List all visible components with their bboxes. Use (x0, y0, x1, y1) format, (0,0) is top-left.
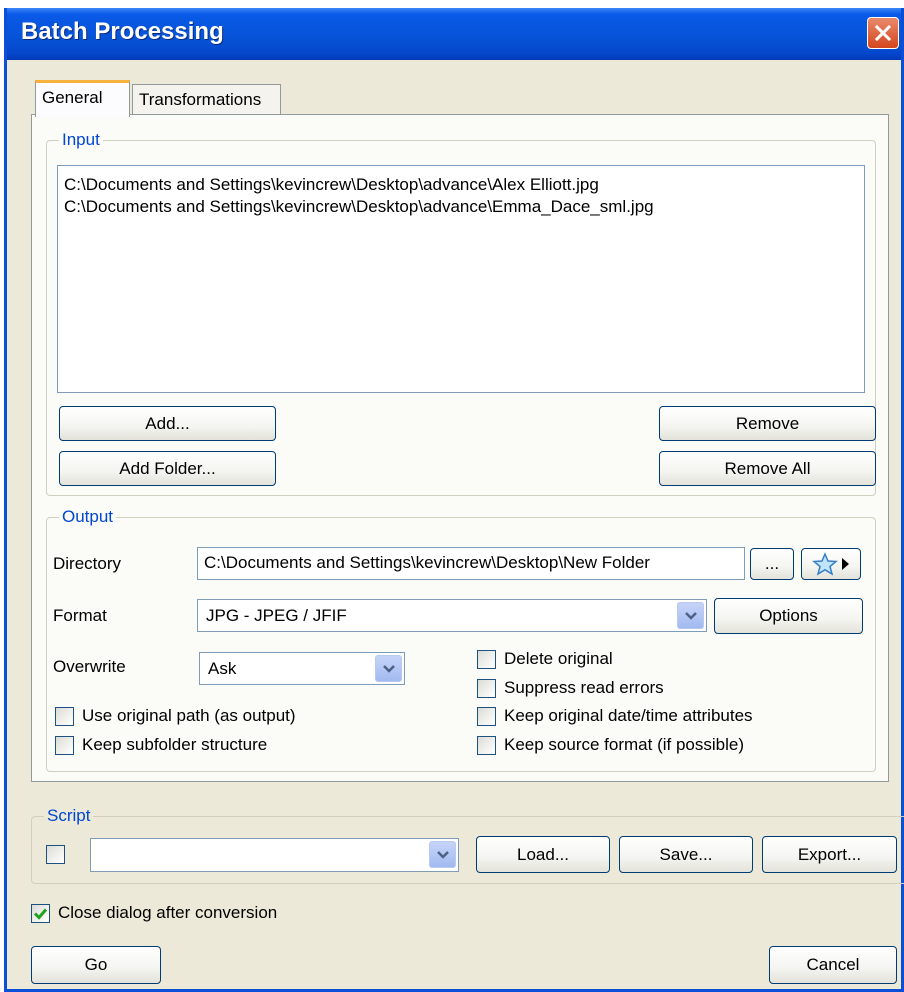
checkbox-box[interactable] (477, 735, 496, 755)
output-group: Output Directory C:\Documents and Settin… (46, 507, 876, 772)
chevron-down-icon (684, 611, 697, 620)
checkbox-label: Delete original (504, 649, 613, 668)
output-group-label: Output (59, 507, 117, 527)
suppress-read-errors-checkbox[interactable]: Suppress read errors (477, 678, 664, 698)
overwrite-select[interactable]: Ask (199, 652, 405, 685)
checkbox-box[interactable] (55, 735, 74, 755)
delete-original-checkbox[interactable]: Delete original (477, 649, 613, 669)
checkbox-box[interactable] (477, 649, 496, 669)
close-icon (874, 24, 892, 42)
checkbox-label: Use original path (as output) (82, 706, 296, 725)
options-button[interactable]: Options (714, 598, 863, 634)
remove-button[interactable]: Remove (659, 406, 876, 441)
script-enable-checkbox[interactable] (46, 845, 73, 864)
format-select[interactable]: JPG - JPEG / JFIF (197, 599, 707, 632)
tab-transformations[interactable]: Transformations (132, 84, 281, 115)
script-load-button[interactable]: Load... (476, 836, 610, 873)
input-group: Input C:\Documents and Settings\kevincre… (46, 130, 876, 496)
directory-field[interactable]: C:\Documents and Settings\kevincrew\Desk… (197, 547, 745, 580)
add-button[interactable]: Add... (59, 406, 276, 441)
keep-subfolder-checkbox[interactable]: Keep subfolder structure (55, 735, 267, 755)
checkbox-box[interactable] (477, 706, 496, 726)
script-dropdown-button[interactable] (429, 841, 456, 868)
checkbox-label: Close dialog after conversion (58, 903, 278, 922)
script-select[interactable] (90, 838, 459, 872)
general-tab-panel: Input C:\Documents and Settings\kevincre… (31, 114, 889, 782)
checkbox-label: Keep original date/time attributes (504, 706, 753, 725)
checkmark-icon (33, 908, 48, 920)
checkbox-label: Keep source format (if possible) (504, 735, 744, 754)
script-export-button[interactable]: Export... (762, 836, 897, 873)
use-original-path-checkbox[interactable]: Use original path (as output) (55, 706, 296, 726)
checkbox-label: Keep subfolder structure (82, 735, 268, 754)
checkbox-label: Suppress read errors (504, 678, 664, 697)
add-folder-button[interactable]: Add Folder... (59, 451, 276, 486)
keep-date-checkbox[interactable]: Keep original date/time attributes (477, 706, 753, 726)
go-button[interactable]: Go (31, 946, 161, 984)
remove-all-button[interactable]: Remove All (659, 451, 876, 486)
title-bar[interactable]: Batch Processing (7, 8, 901, 60)
overwrite-dropdown-button[interactable] (375, 655, 402, 682)
arrow-right-icon (842, 558, 849, 570)
keep-source-format-checkbox[interactable]: Keep source format (if possible) (477, 735, 744, 755)
script-group-label: Script (44, 806, 94, 826)
overwrite-value: Ask (208, 659, 237, 678)
close-after-conversion-checkbox[interactable]: Close dialog after conversion (31, 903, 277, 923)
format-dropdown-button[interactable] (677, 602, 704, 629)
chevron-down-icon (382, 664, 395, 673)
script-group: Script Load... Save... Export... (31, 806, 904, 884)
checkbox-box[interactable] (477, 678, 496, 698)
checkbox-box[interactable] (31, 903, 50, 923)
star-icon (812, 552, 838, 576)
batch-processing-dialog: Batch Processing General Transformations… (4, 8, 904, 992)
browse-directory-button[interactable]: ... (750, 548, 794, 580)
tab-general[interactable]: General (35, 80, 130, 117)
format-label: Format (53, 606, 107, 625)
close-button[interactable] (867, 17, 899, 49)
input-group-label: Input (59, 130, 103, 150)
format-value: JPG - JPEG / JFIF (206, 606, 347, 625)
window-title: Batch Processing (21, 18, 224, 45)
chevron-down-icon (436, 850, 449, 859)
script-save-button[interactable]: Save... (619, 836, 753, 873)
checkbox-box[interactable] (46, 845, 65, 864)
directory-label: Directory (53, 554, 122, 573)
cancel-button[interactable]: Cancel (769, 946, 897, 984)
list-item[interactable]: C:\Documents and Settings\kevincrew\Desk… (64, 174, 858, 196)
list-item[interactable]: C:\Documents and Settings\kevincrew\Desk… (64, 196, 858, 218)
checkbox-box[interactable] (55, 706, 74, 726)
favorites-dropdown-button[interactable] (801, 548, 861, 580)
input-file-list[interactable]: C:\Documents and Settings\kevincrew\Desk… (57, 165, 865, 393)
overwrite-label: Overwrite (53, 657, 126, 676)
